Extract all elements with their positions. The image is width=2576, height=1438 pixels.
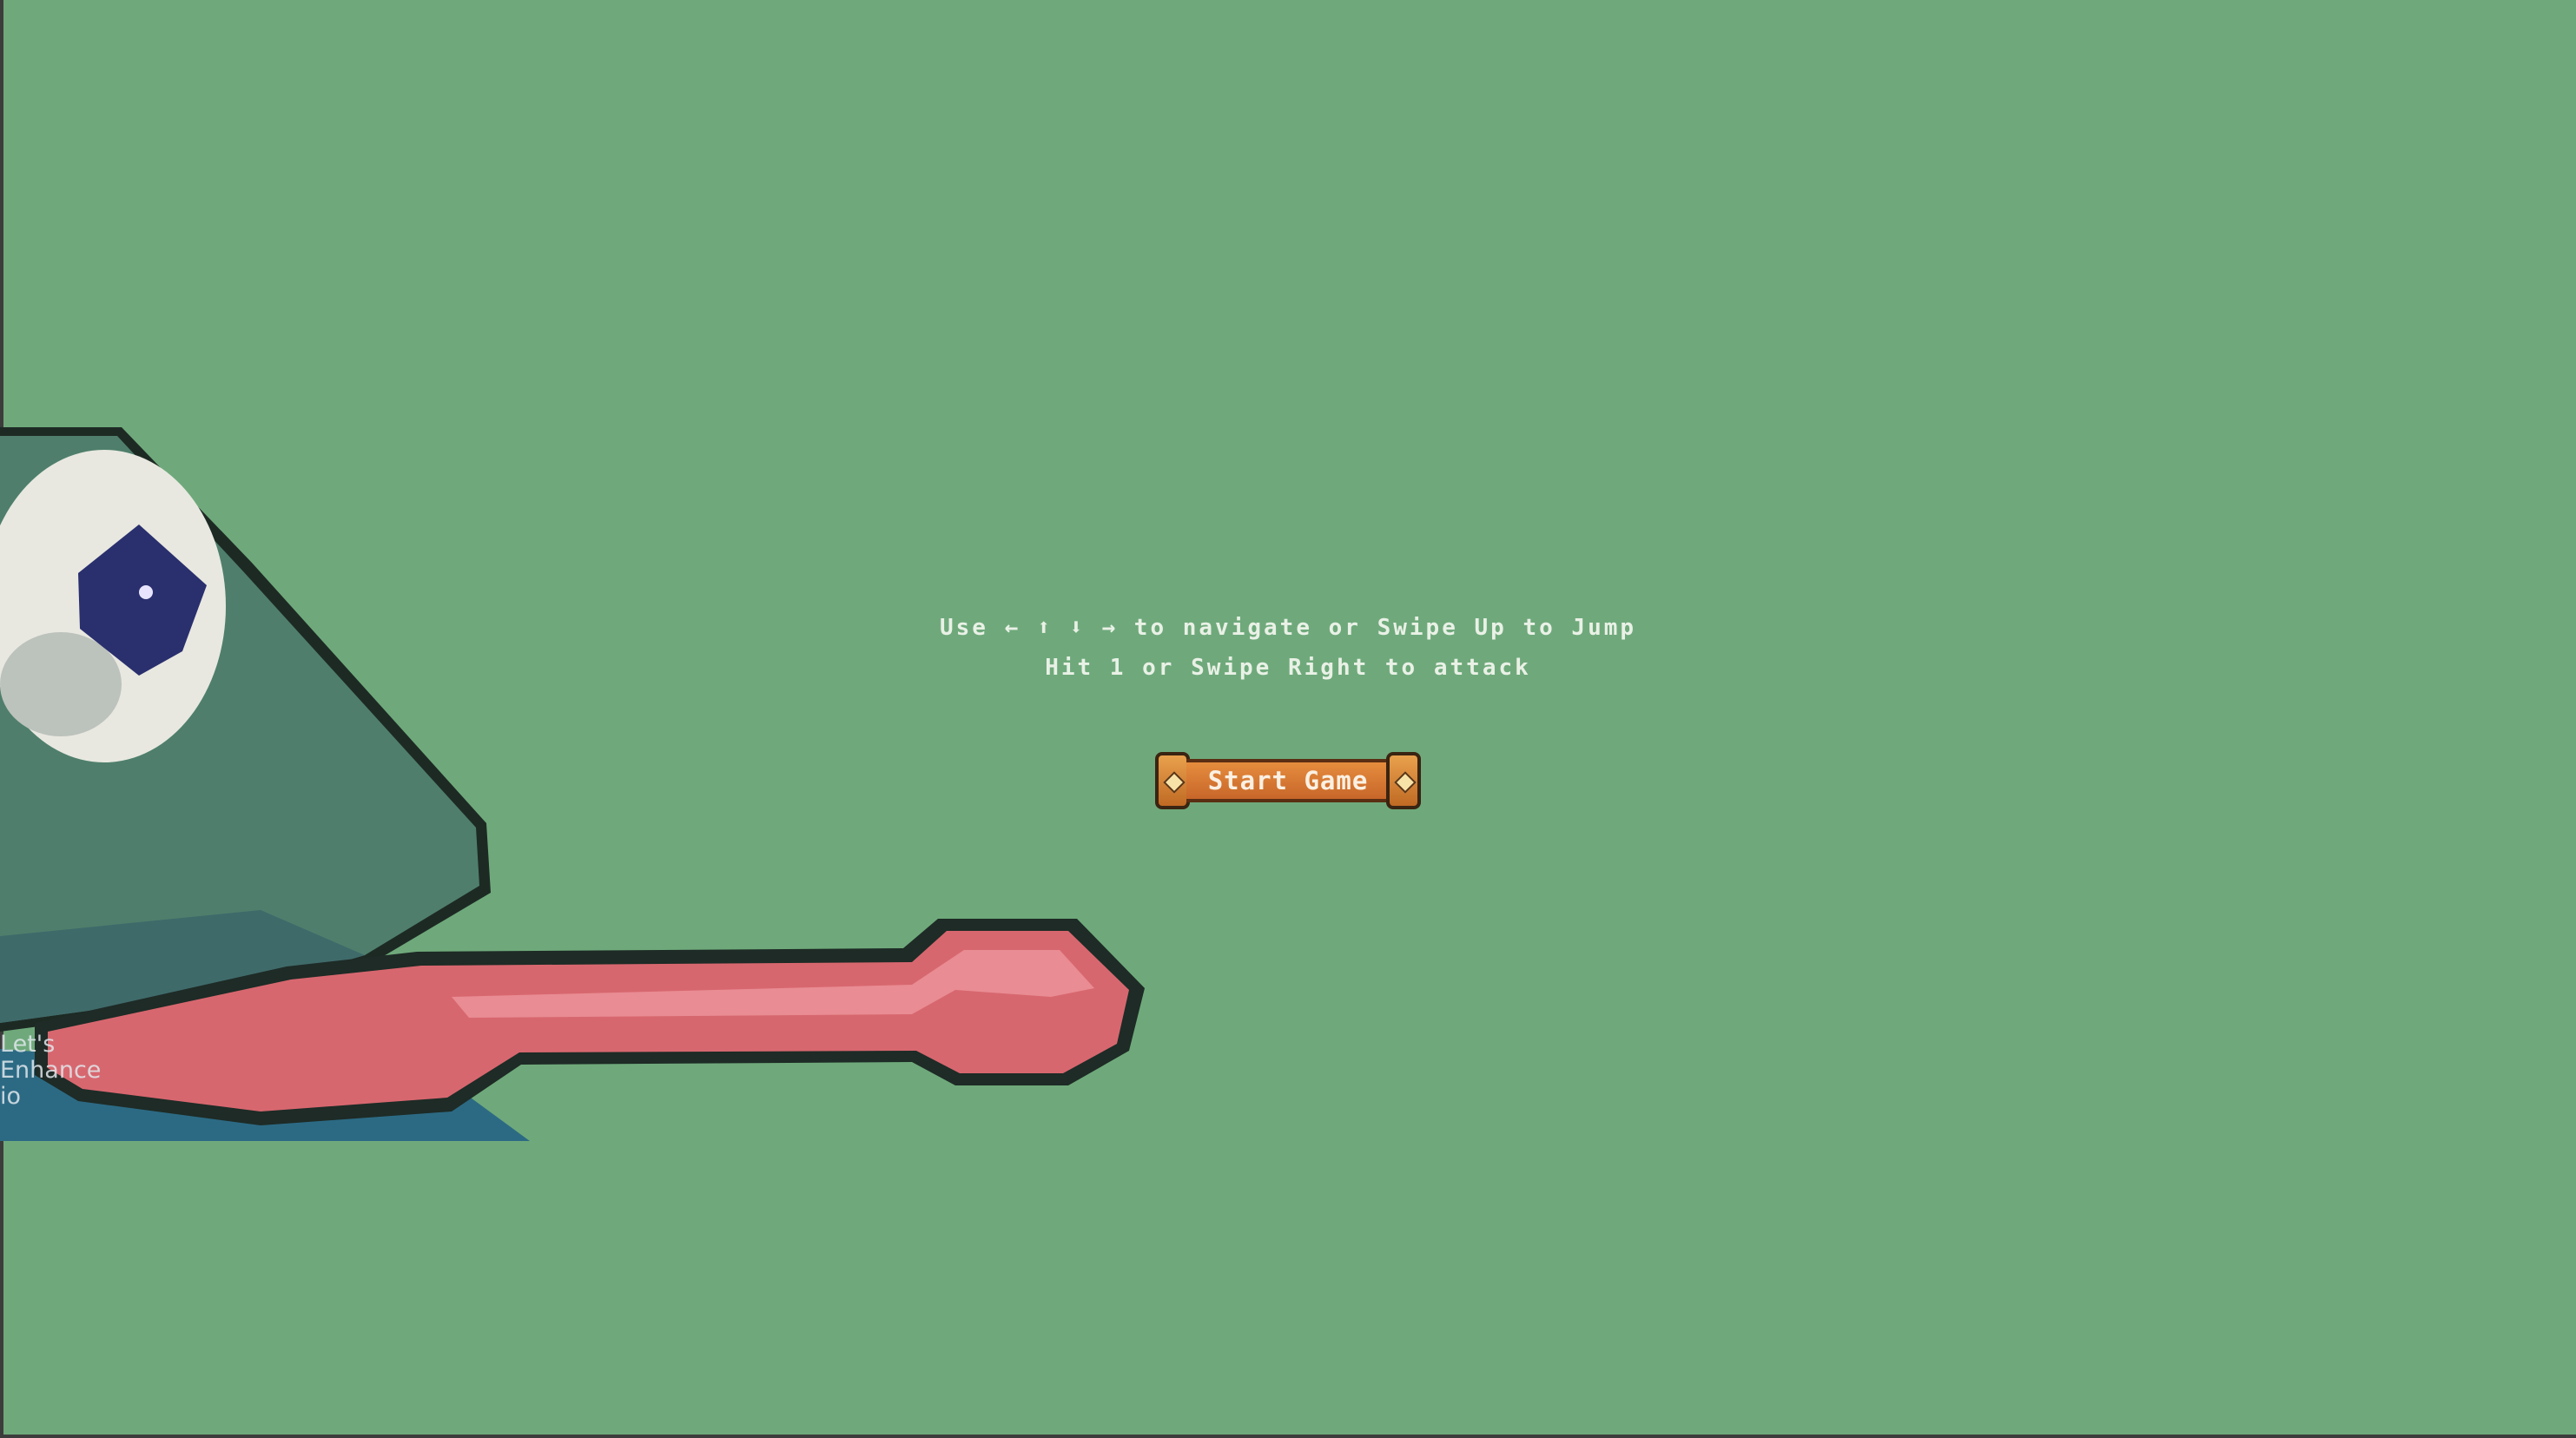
game-stage: Let's Enhance io Use ← ⬆ ⬇ → to navigate… [0,0,2576,1438]
diamond-icon [1394,771,1417,794]
instructions-line-attack: Hit 1 or Swipe Right to attack [1045,655,1531,681]
window-bottom-edge [0,1435,2576,1438]
button-left-cap [1155,752,1190,809]
frog-character-image [0,427,1145,1141]
watermark-text: Let's Enhance io [0,1031,102,1110]
instructions-line-navigate: Use ← ⬆ ⬇ → to navigate or Swipe Up to J… [939,615,1637,641]
diamond-icon [1163,771,1186,794]
start-game-label: Start Game [1186,759,1390,802]
button-right-cap [1386,752,1421,809]
start-game-button[interactable]: Start Game [1155,752,1421,809]
instructions-panel: Use ← ⬆ ⬇ → to navigate or Swipe Up to J… [0,608,2576,688]
frog-eye-glint [139,585,153,599]
